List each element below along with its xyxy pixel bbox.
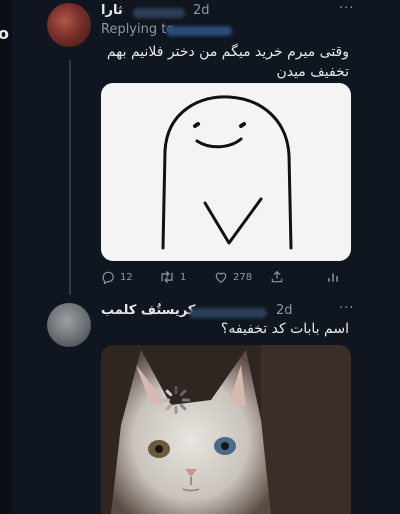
retweet-count: 1 — [180, 271, 187, 283]
kitten-photo-icon — [101, 345, 351, 514]
tweet1-replying-label: Replying to — [101, 22, 175, 37]
like-action[interactable]: 278 — [214, 267, 252, 287]
tweet1-handle-blurred — [133, 8, 185, 18]
analytics-action[interactable] — [326, 267, 340, 287]
reply-icon — [102, 271, 114, 284]
tweet1-avatar[interactable] — [47, 3, 91, 47]
tweet1-timestamp[interactable]: 2d — [193, 3, 210, 18]
share-icon — [271, 270, 283, 283]
reply-count: 12 — [120, 271, 133, 283]
retweet-icon — [161, 271, 173, 283]
tweet2-timestamp[interactable]: 2d — [276, 303, 293, 318]
reply-action[interactable]: 12 — [101, 267, 133, 287]
retweet-action[interactable]: 1 — [159, 267, 186, 287]
tweet1-more-button[interactable]: ··· — [339, 1, 354, 16]
share-action[interactable] — [270, 267, 284, 287]
tweet2-more-button[interactable]: ··· — [339, 301, 354, 316]
tweet1-replying-handle-blurred[interactable] — [166, 26, 232, 36]
tweet2-handle-blurred — [189, 308, 267, 318]
blob-face-drawing-icon — [161, 95, 293, 250]
analytics-icon — [328, 273, 338, 282]
tweet1-author-name[interactable]: ثارا — [101, 3, 123, 18]
tweet1-media-image[interactable] — [101, 83, 351, 261]
heart-icon — [215, 272, 227, 283]
tweet2-author-name[interactable]: کریستُف کلمب — [101, 303, 195, 318]
tweet1-text: وقتی میرم خرید میگم من دختر فلانیم بهم ت… — [106, 44, 349, 80]
tweet2-media-image[interactable] — [101, 345, 351, 514]
thread-connector-line — [69, 60, 71, 295]
tweet2-avatar[interactable] — [47, 303, 91, 347]
left-edge-glyph: ο — [0, 24, 9, 43]
tweet2-text: اسم بابات کد تخفیفه؟ — [220, 321, 349, 337]
tweet1-action-bar: 12 1 278 — [101, 267, 351, 287]
left-edge-strip — [0, 0, 12, 514]
like-count: 278 — [233, 271, 253, 283]
